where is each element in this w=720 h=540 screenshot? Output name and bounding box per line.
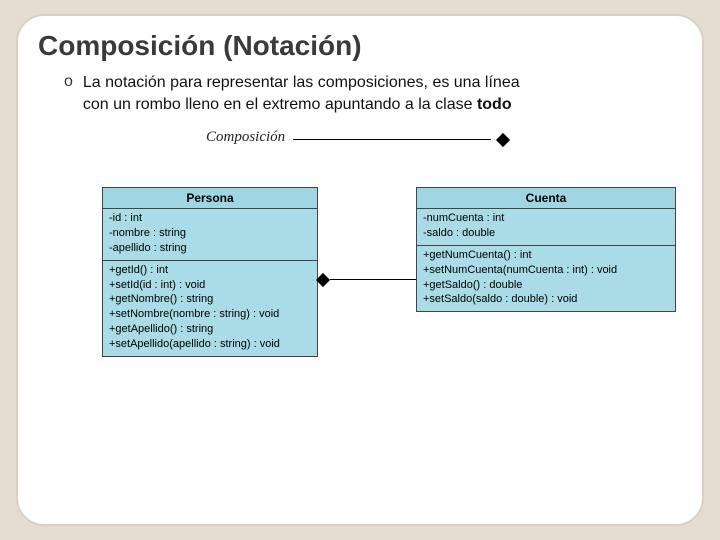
bullet-line-1: La notación para representar las composi… [83, 74, 520, 91]
uml-diagram: Composición Persona -id : int -nombre : … [38, 123, 682, 483]
filled-diamond-icon [496, 133, 510, 147]
uml-class-name: Cuenta [417, 188, 675, 209]
uml-op-row: +getApellido() : string [109, 322, 311, 337]
composition-connector [318, 273, 416, 287]
uml-attr-row: -apellido : string [109, 241, 311, 256]
legend-line [293, 139, 491, 140]
uml-operations: +getId() : int +setId(id : int) : void +… [103, 261, 317, 356]
bullet-line-2b: todo [477, 96, 512, 113]
uml-op-row: +setNumCuenta(numCuenta : int) : void [423, 263, 669, 278]
uml-op-row: +setNombre(nombre : string) : void [109, 307, 311, 322]
uml-attr-row: -numCuenta : int [423, 211, 669, 226]
uml-attributes: -numCuenta : int -saldo : double [417, 209, 675, 246]
uml-attr-row: -nombre : string [109, 226, 311, 241]
slide-card: Composición (Notación) o La notación par… [16, 14, 704, 526]
filled-diamond-icon [316, 273, 330, 287]
uml-op-row: +setSaldo(saldo : double) : void [423, 292, 669, 307]
slide-title: Composición (Notación) [38, 30, 682, 62]
bullet-text: La notación para representar las composi… [83, 72, 520, 115]
uml-class-name: Persona [103, 188, 317, 209]
uml-op-row: +getSaldo() : double [423, 278, 669, 293]
uml-class-cuenta: Cuenta -numCuenta : int -saldo : double … [416, 187, 676, 312]
uml-attr-row: -id : int [109, 211, 311, 226]
uml-op-row: +getNombre() : string [109, 292, 311, 307]
uml-op-row: +getNumCuenta() : int [423, 248, 669, 263]
uml-attr-row: -saldo : double [423, 226, 669, 241]
composition-legend-line [293, 133, 508, 147]
uml-attributes: -id : int -nombre : string -apellido : s… [103, 209, 317, 261]
uml-op-row: +setApellido(apellido : string) : void [109, 337, 311, 352]
bullet-item: o La notación para representar las compo… [64, 72, 682, 115]
composition-legend-label: Composición [206, 129, 285, 146]
uml-operations: +getNumCuenta() : int +setNumCuenta(numC… [417, 246, 675, 311]
uml-class-persona: Persona -id : int -nombre : string -apel… [102, 187, 318, 357]
uml-op-row: +getId() : int [109, 263, 311, 278]
bullet-line-2a: con un rombo lleno en el extremo apuntan… [83, 96, 477, 113]
connector-line [330, 279, 416, 280]
bullet-marker: o [64, 72, 73, 93]
uml-op-row: +setId(id : int) : void [109, 278, 311, 293]
